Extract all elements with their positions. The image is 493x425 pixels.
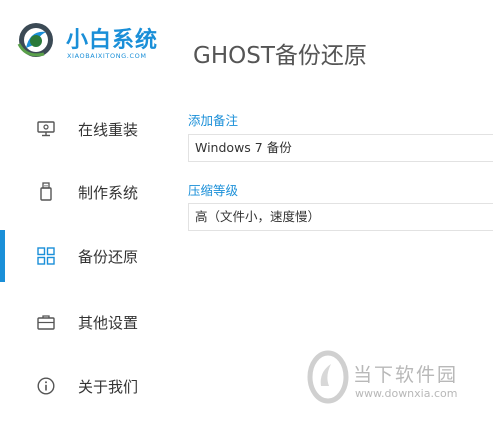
sidebar-item-other-settings[interactable]: 其他设置	[0, 296, 180, 348]
info-icon	[36, 376, 56, 396]
sidebar-item-make-system[interactable]: 制作系统	[0, 166, 180, 218]
sidebar-item-online-install[interactable]: 在线重装	[0, 103, 180, 155]
sidebar-item-label: 制作系统	[78, 183, 139, 202]
compression-select[interactable]: 高（文件小，速度慢）	[188, 203, 493, 231]
page-title: GHOST备份还原	[193, 43, 367, 69]
sidebar-item-label: 关于我们	[78, 377, 139, 396]
briefcase-icon	[36, 312, 56, 332]
sidebar-item-label: 备份还原	[78, 247, 139, 266]
sidebar-item-about-us[interactable]: 关于我们	[0, 360, 180, 412]
grid-icon	[36, 246, 56, 266]
watermark-logo-icon	[307, 350, 349, 404]
logo-icon	[16, 18, 56, 62]
watermark-name: 当下软件园	[353, 364, 459, 386]
sidebar-item-backup-restore[interactable]: 备份还原	[0, 230, 180, 282]
monitor-icon	[36, 119, 56, 139]
brand-subtitle: XIAOBAIXITONG.COM	[67, 52, 147, 60]
sidebar-item-label: 其他设置	[78, 313, 139, 332]
note-input[interactable]: Windows 7 备份	[188, 134, 493, 162]
note-label: 添加备注	[188, 113, 239, 128]
sidebar-item-label: 在线重装	[78, 120, 139, 139]
brand-name: 小白系统	[66, 28, 159, 53]
sidebar: 在线重装 制作系统 备份还原 其他设置 关于我们	[0, 95, 180, 420]
compression-label: 压缩等级	[188, 183, 239, 198]
watermark-url: www.downxia.com	[355, 387, 458, 400]
usb-icon	[36, 182, 56, 202]
app-window: 小白系统 XIAOBAIXITONG.COM GHOST备份还原 在线重装 制作…	[0, 0, 493, 425]
